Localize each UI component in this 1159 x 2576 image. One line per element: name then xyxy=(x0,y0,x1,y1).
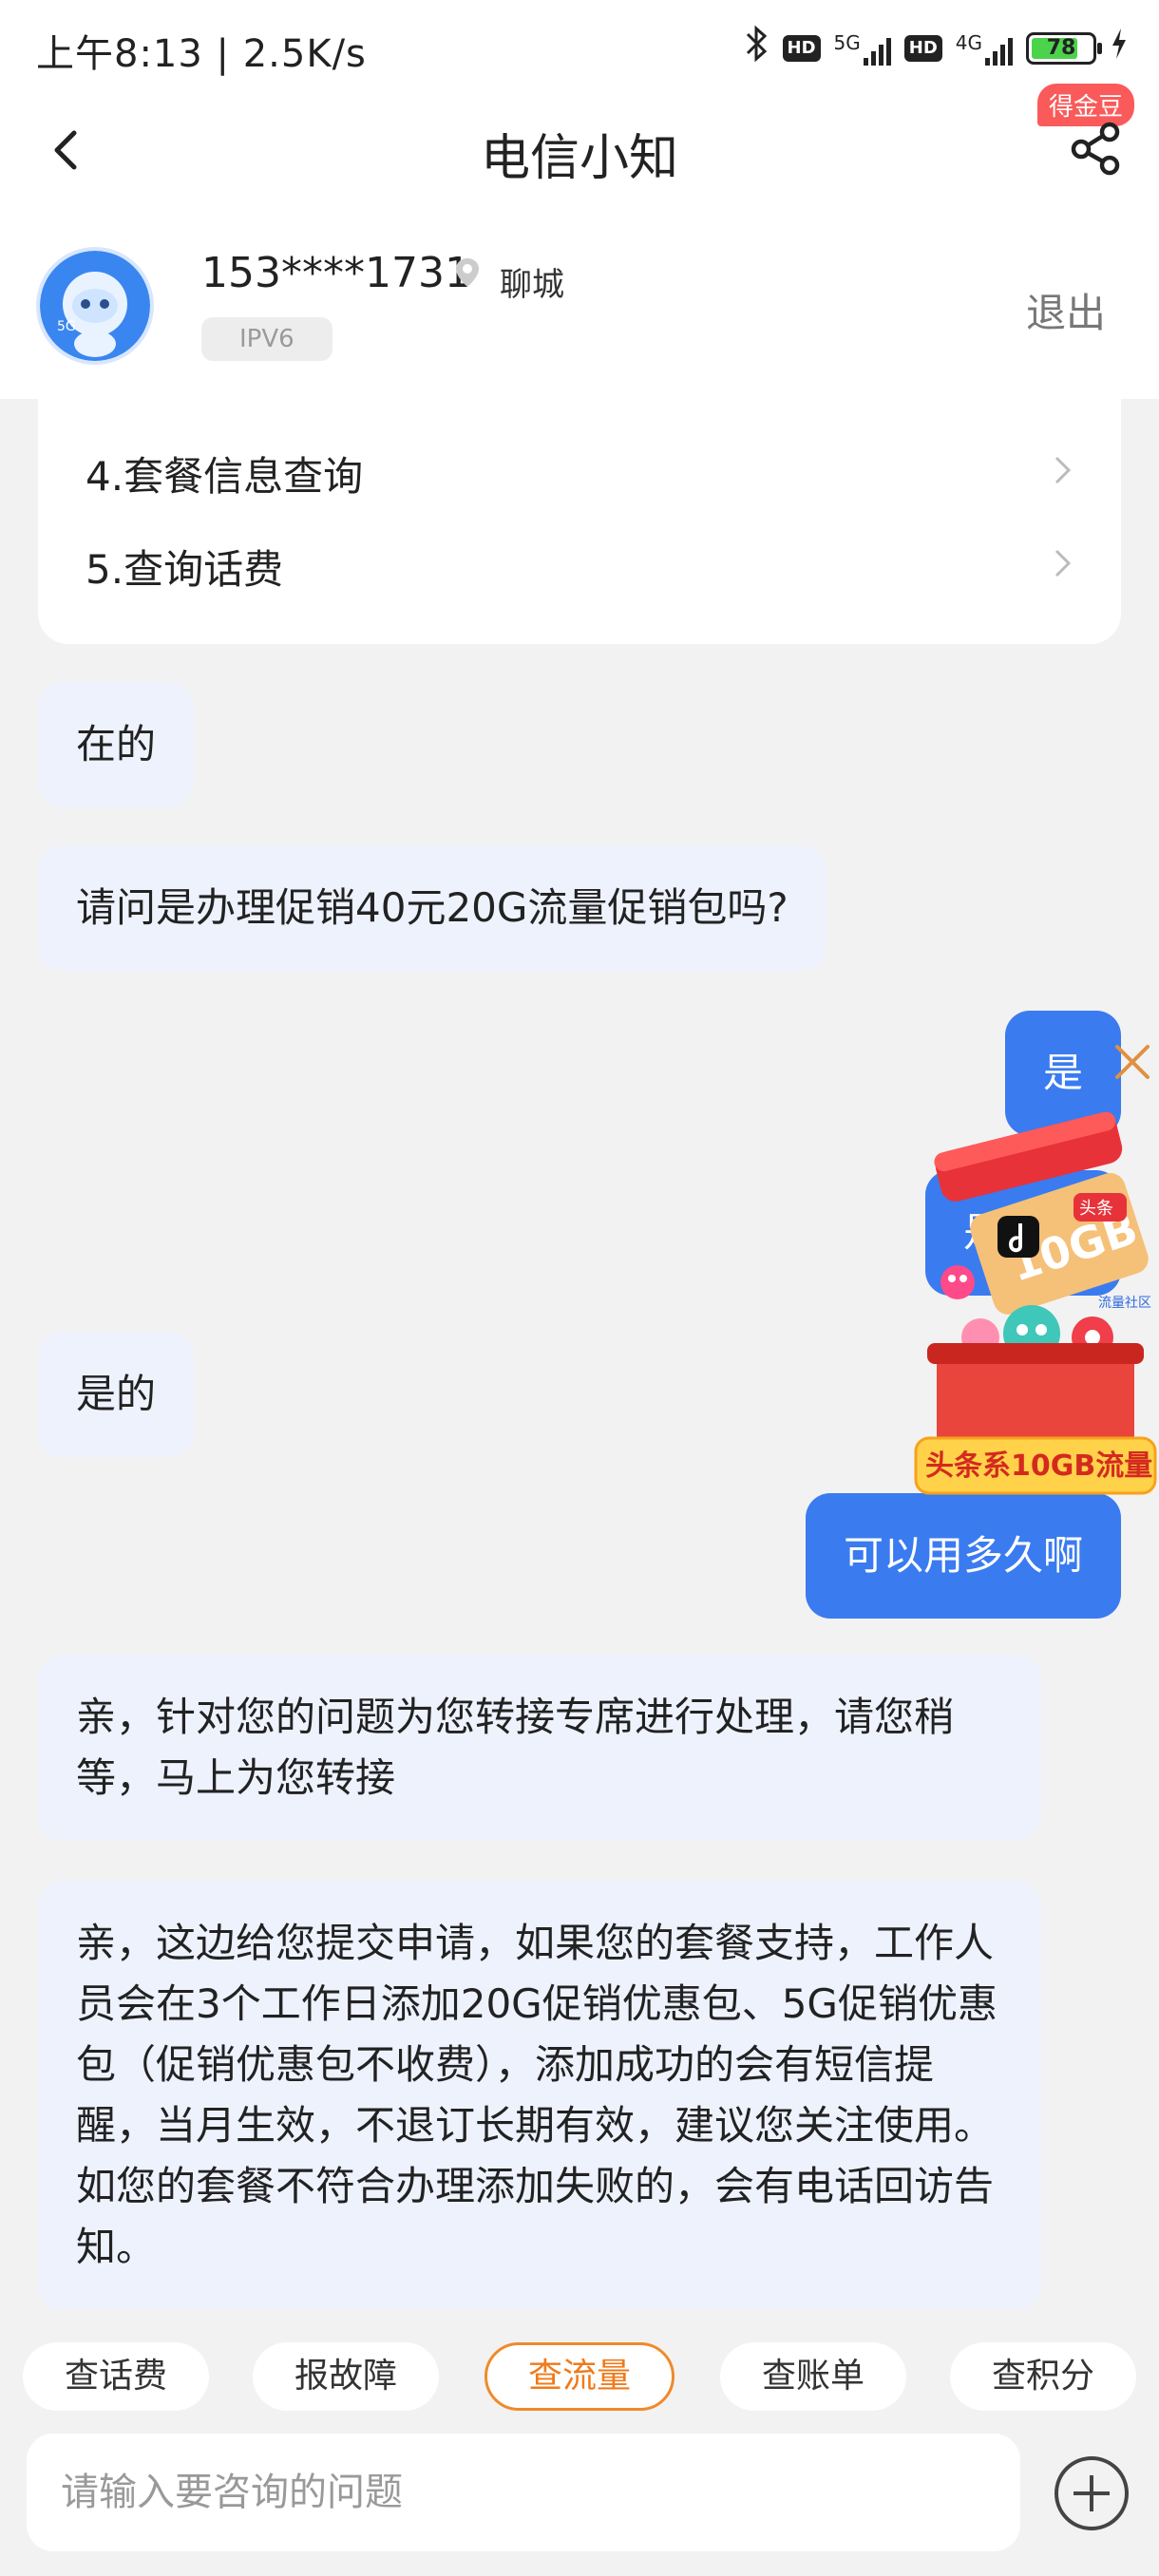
add-button[interactable] xyxy=(1053,2454,1130,2532)
bluetooth-icon xyxy=(745,25,770,71)
menu-item-balance-query[interactable]: 5.查询话费 xyxy=(86,538,1074,596)
battery-icon: 78 xyxy=(1026,31,1102,65)
avatar[interactable]: 5G xyxy=(36,247,154,365)
robot-mascot-icon: 5G xyxy=(40,251,150,361)
signal-4g-icon: 4G xyxy=(956,31,1013,66)
logout-button[interactable]: 退出 xyxy=(1026,281,1106,339)
chat-area[interactable]: 4.套餐信息查询 5.查询话费 在的 请问是办理促销40元20G流量促销包吗? … xyxy=(0,399,1159,2308)
share-icon xyxy=(1071,122,1120,176)
share-button[interactable] xyxy=(1068,120,1125,177)
page-title: 电信小知 xyxy=(480,130,678,187)
gift-box-icon: 10GB 头条 流量社区 头条系10GB流量 xyxy=(914,1111,1157,1495)
question-input[interactable] xyxy=(27,2434,1020,2551)
signal-5g-icon: 5G xyxy=(834,31,891,66)
menu-item-package-query[interactable]: 4.套餐信息查询 xyxy=(86,445,1074,502)
user-info-bar: 5G 153****1731 聊城 IPV6 退出 xyxy=(0,228,1159,389)
quick-report-fault-button[interactable]: 报故障 xyxy=(253,2342,439,2411)
status-icons: HD 5G HD 4G 78 xyxy=(745,25,1130,71)
plus-icon xyxy=(1054,2456,1129,2530)
svg-text:头条: 头条 xyxy=(1079,1199,1113,1219)
message-bubble-bot: 请问是办理促销40元20G流量促销包吗? xyxy=(38,845,826,971)
hd-badge-2: HD xyxy=(903,34,942,62)
promo-gift-box[interactable]: 10GB 头条 流量社区 头条系10GB流量 xyxy=(912,1102,1159,1501)
message-bubble-bot: 亲，针对您的问题为您转接专席进行处理，请您稍等，马上为您转接 xyxy=(38,1655,1041,1841)
svg-text:头条系10GB流量: 头条系10GB流量 xyxy=(925,1449,1152,1483)
quick-check-points-button[interactable]: 查积分 xyxy=(950,2342,1136,2411)
chevron-right-icon xyxy=(1054,549,1072,578)
svg-text:流量社区: 流量社区 xyxy=(1098,1296,1151,1311)
message-bubble-user: 可以用多久啊 xyxy=(805,1493,1121,1619)
input-bar xyxy=(0,2434,1159,2576)
ipv6-tag: IPV6 xyxy=(201,317,332,361)
city-label: 聊城 xyxy=(500,266,564,304)
hd-badge: HD xyxy=(782,34,821,62)
nav-bar: 电信小知 得金豆 xyxy=(0,84,1159,209)
message-bubble-bot: 在的 xyxy=(38,682,195,807)
close-icon xyxy=(1115,1045,1150,1079)
status-bar: 上午8:13 | 2.5K/s HD 5G HD 4G 78 xyxy=(0,0,1159,95)
charging-icon xyxy=(1110,27,1129,70)
message-bubble-bot: 亲，这边给您提交申请，如果您的套餐支持，工作人员会在3个工作日添加20G促销优惠… xyxy=(38,1881,1041,2308)
quick-check-statement-button[interactable]: 查账单 xyxy=(720,2342,906,2411)
phone-number: 153****1731 xyxy=(201,249,471,297)
header-area: 上午8:13 | 2.5K/s HD 5G HD 4G 78 电信小知 得金豆 … xyxy=(0,0,1159,399)
quick-actions-bar: 查话费 报故障 查流量 查账单 查积分 xyxy=(0,2342,1159,2418)
status-time-speed: 上午8:13 | 2.5K/s xyxy=(36,32,367,76)
location-pin-icon xyxy=(454,256,481,289)
quick-check-bill-button[interactable]: 查话费 xyxy=(23,2342,209,2411)
quick-check-data-button[interactable]: 查流量 xyxy=(484,2342,674,2411)
promo-close-button[interactable] xyxy=(1113,1043,1151,1081)
menu-card: 4.套餐信息查询 5.查询话费 xyxy=(38,399,1121,644)
chevron-right-icon xyxy=(1054,456,1072,484)
message-bubble-bot: 是的 xyxy=(38,1332,195,1457)
svg-text:5G: 5G xyxy=(57,319,76,334)
